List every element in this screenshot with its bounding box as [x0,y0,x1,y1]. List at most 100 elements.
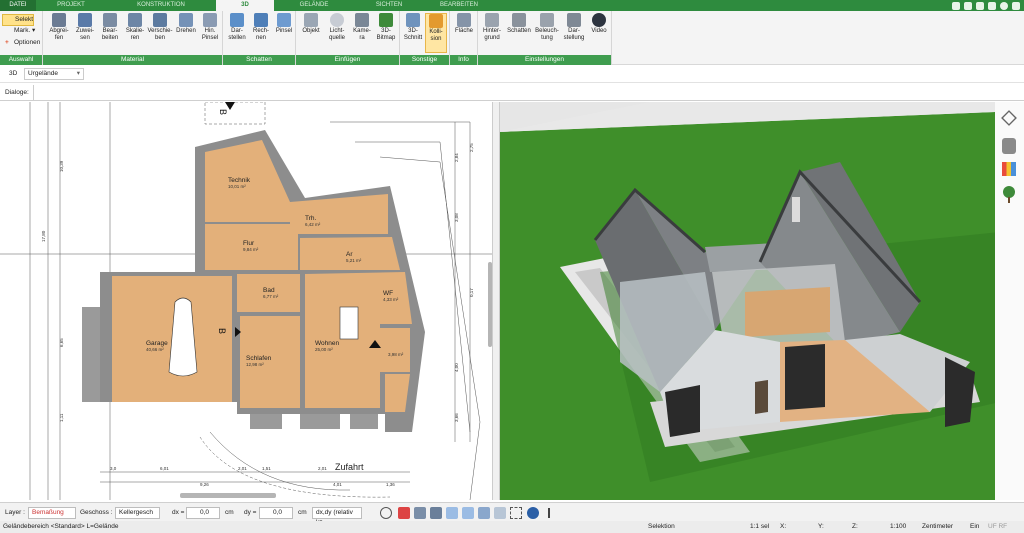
zuweisen-button[interactable]: Zuwei- sen [73,13,97,42]
layer-select[interactable]: Bemaßung [28,507,76,519]
tab-sichten[interactable]: SICHTEN [354,0,424,11]
darstellen-button[interactable]: Dar- stellen [225,13,249,42]
pinsel-button[interactable]: Pinsel [272,13,296,35]
dy-input[interactable]: 0,0 [259,507,293,519]
hintergrund-button[interactable]: Hinter- grund [480,13,504,42]
flaeche-label: Fläche [454,28,473,34]
dy-unit: cm [298,509,307,516]
dialoge-label: Dialoge: [5,89,29,96]
room-bad[interactable]: Bad [263,287,275,294]
room-treppe[interactable]: Trh. [305,215,317,222]
tree-icon [379,13,393,27]
dx-label: dx = [172,509,185,516]
abgreifen-label: Abgrei- fen [49,28,69,41]
tab-3d[interactable]: 3D [216,0,274,11]
room-wf-area: 4,33 m² [383,297,399,302]
dx-input[interactable]: 0,0 [186,507,220,519]
status-flags: UF RF [988,523,1008,530]
room-technik[interactable]: Technik [228,177,251,184]
room-flur-area: 9,84 m² [243,247,259,252]
settings-icon[interactable] [1012,1,1020,10]
group-einfuegen: Objekt Licht- quelle Kame- ra 3D- Bitmap… [296,11,400,65]
room-wf[interactable]: WF [383,290,393,297]
dim-right-2: 2,75 [469,143,474,152]
bitmap-button[interactable]: 3D- Bitmap [374,13,398,42]
terrain-select[interactable]: Urgelände ▾ [24,68,84,80]
chair-icon[interactable] [1002,138,1016,154]
tab-projekt[interactable]: PROJEKT [36,0,106,11]
tab-konstruktion[interactable]: KONSTRUKTION [106,0,216,11]
drehen-label: Drehen [176,28,196,34]
tab-datei[interactable]: DATEI [0,0,36,11]
curve-tool-icon[interactable] [462,507,474,519]
street-label: Zufahrt [335,462,364,472]
schnitt-button[interactable]: 3D- Schnitt [402,13,424,42]
schatten-einst-button[interactable]: Schatten [505,13,533,35]
group-info: Fläche Info [450,11,478,65]
floor-plan-drawing: B B Technik 10,01 m² Trh. 6,42 m² Flur 9… [0,102,492,500]
record-icon[interactable] [398,507,410,519]
3d-view[interactable] [500,102,995,500]
room-schlafen[interactable]: Schlafen [246,355,272,362]
schatten-einst-label: Schatten [507,28,531,34]
grid-icon[interactable] [510,507,522,519]
room-garage[interactable]: Garage [146,340,168,347]
calculate-icon [254,13,268,27]
dim-bottom-4: 1,51 [262,466,271,471]
split-handle[interactable] [492,102,500,500]
mark-button[interactable]: Mark. ▾ [2,26,35,36]
snap-icon[interactable] [414,507,426,519]
dialog-bar: Dialoge: [0,84,1024,101]
beleuchtung-button[interactable]: Beleuch- tung [533,13,561,42]
rechnen-button[interactable]: Rech- nen [249,13,273,42]
redo-icon[interactable] [988,1,996,10]
kamera-button[interactable]: Kame- ra [350,13,374,42]
darstellung-button[interactable]: Dar- stellung [561,13,587,42]
video-button[interactable]: Video [587,13,611,35]
group-einstellungen: Hinter- grund Schatten Beleuch- tung Dar… [478,11,612,65]
flaeche-button[interactable]: Fläche [452,13,476,35]
collision-icon [429,14,443,28]
kollision-button[interactable]: Kolli- sion [425,13,447,53]
north-icon[interactable] [527,507,539,519]
bearbeiten-label: Bear- beiten [101,28,119,41]
pen-icon[interactable] [952,1,960,10]
hinpinsel-button[interactable]: Hin. Pinsel [198,13,222,42]
verschieben-button[interactable]: Verschie- ben [146,13,174,42]
floor-plan-view[interactable]: B B Technik 10,01 m² Trh. 6,42 m² Flur 9… [0,102,492,500]
tab-bearbeiten[interactable]: BEARBEITEN [424,0,494,11]
paint-icon [277,13,291,27]
layers-icon[interactable] [1001,110,1017,126]
room-wohnen-area: 25,00 m² [315,347,333,352]
grid-snap-icon[interactable] [430,507,442,519]
objekt-button[interactable]: Objekt [299,13,323,35]
save-icon[interactable] [964,1,972,10]
group-label-material: Material [43,55,222,65]
coord-mode-select[interactable]: dx,dy (relativ kz [312,507,362,526]
room-ar-area: 5,21 m² [346,258,362,263]
line-tool-icon[interactable] [446,507,458,519]
bearbeiten-button[interactable]: Bear- beiten [98,13,122,42]
room-wohnen[interactable]: Wohnen [315,340,339,347]
optionen-button[interactable]: + Optionen [2,38,40,48]
material-palette-icon[interactable] [1002,162,1016,176]
lichtquelle-button[interactable]: Licht- quelle [324,13,350,42]
drehen-button[interactable]: Drehen [174,13,198,35]
geschoss-select[interactable]: Kellergesch [115,507,160,519]
dim-bottom-5: 2,01 [318,466,327,471]
skalieren-button[interactable]: Skalie- ren [123,13,147,42]
room-flur[interactable]: Flur [243,240,255,247]
mode-label: 3D [9,70,18,77]
abgreifen-button[interactable]: Abgrei- fen [47,13,71,42]
dim-right-1: 2,84 [454,153,459,162]
help-icon[interactable] [1000,1,1008,10]
tab-gelaende[interactable]: GELÄNDE [274,0,354,11]
surface-icon[interactable] [478,507,490,519]
room-ar[interactable]: Ar [346,251,353,258]
status-selektion: Selektion [648,523,675,530]
brush-icon [203,13,217,27]
clock-icon[interactable] [380,507,392,519]
window-icon[interactable] [494,507,506,519]
selekt-button[interactable]: Selekt [2,14,34,26]
undo-icon[interactable] [976,1,984,10]
